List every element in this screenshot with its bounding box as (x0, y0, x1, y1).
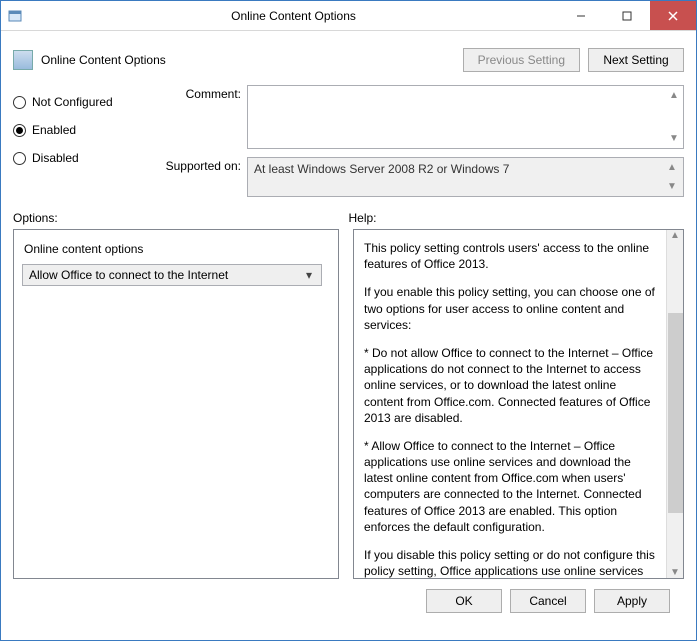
radio-label: Enabled (32, 123, 76, 137)
cancel-button[interactable]: Cancel (510, 589, 586, 613)
help-text: This policy setting controls users' acce… (362, 238, 675, 579)
radio-icon (13, 124, 26, 137)
options-panel: Online content options Allow Office to c… (13, 229, 339, 579)
supported-on-label: Supported on: (163, 157, 247, 173)
options-section-label: Options: (13, 211, 349, 225)
maximize-button[interactable] (604, 1, 650, 30)
close-button[interactable] (650, 1, 696, 30)
scrollbar-thumb[interactable] (668, 313, 683, 513)
dropdown-value: Allow Office to connect to the Internet (29, 268, 228, 282)
scroll-up-icon: ▲ (670, 230, 680, 241)
comment-label: Comment: (163, 85, 247, 101)
help-scrollbar[interactable]: ▲ ▼ (666, 230, 683, 578)
scroll-up-icon: ▲ (665, 162, 679, 173)
help-panel: This policy setting controls users' acce… (353, 229, 684, 579)
online-content-dropdown[interactable]: Allow Office to connect to the Internet … (22, 264, 322, 286)
help-section-label: Help: (349, 211, 685, 225)
radio-icon (13, 96, 26, 109)
apply-button[interactable]: Apply (594, 589, 670, 613)
title-bar: Online Content Options (1, 1, 696, 31)
supported-on-value: At least Windows Server 2008 R2 or Windo… (247, 157, 684, 197)
radio-icon (13, 152, 26, 165)
page-title: Online Content Options (41, 53, 166, 67)
radio-not-configured[interactable]: Not Configured (13, 95, 163, 109)
scroll-down-icon: ▼ (670, 567, 680, 578)
radio-enabled[interactable]: Enabled (13, 123, 163, 137)
scroll-up-icon: ▲ (667, 90, 681, 101)
help-paragraph: * Do not allow Office to connect to the … (364, 345, 657, 426)
ok-button[interactable]: OK (426, 589, 502, 613)
comment-input[interactable]: ▲ ▼ (247, 85, 684, 149)
radio-label: Disabled (32, 151, 79, 165)
radio-disabled[interactable]: Disabled (13, 151, 163, 165)
window-icon (1, 9, 29, 23)
radio-label: Not Configured (32, 95, 113, 109)
scroll-down-icon: ▼ (667, 133, 681, 144)
minimize-button[interactable] (558, 1, 604, 30)
options-group-title: Online content options (24, 242, 330, 256)
policy-icon (13, 50, 33, 70)
supported-on-text: At least Windows Server 2008 R2 or Windo… (254, 162, 509, 176)
chevron-down-icon: ▾ (301, 268, 317, 282)
help-paragraph: If you disable this policy setting or do… (364, 547, 657, 579)
previous-setting-button[interactable]: Previous Setting (463, 48, 580, 72)
help-paragraph: If you enable this policy setting, you c… (364, 284, 657, 333)
next-setting-button[interactable]: Next Setting (588, 48, 684, 72)
window-title: Online Content Options (29, 9, 558, 23)
scroll-down-icon: ▼ (665, 181, 679, 192)
help-paragraph: This policy setting controls users' acce… (364, 240, 657, 272)
help-paragraph: * Allow Office to connect to the Interne… (364, 438, 657, 535)
